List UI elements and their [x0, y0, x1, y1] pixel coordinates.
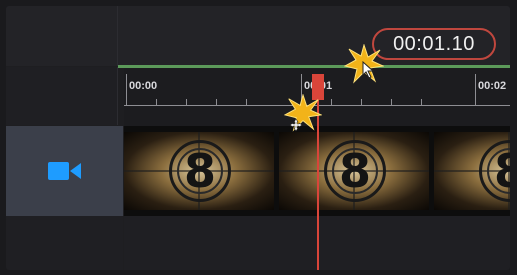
video-track-header[interactable]	[6, 126, 123, 216]
time-display[interactable]: 00:01.10	[372, 28, 496, 60]
clip-thumbnail: 8	[124, 132, 274, 210]
countdown-digit: 8	[183, 144, 216, 198]
video-camera-icon	[47, 162, 81, 180]
countdown-digit: 8	[338, 144, 371, 198]
left-ruler-panel	[6, 67, 118, 125]
ruler-tick-major	[126, 74, 127, 106]
timeline-header: 00:01.10	[118, 6, 510, 68]
ruler-tick-minor	[421, 99, 422, 106]
left-header-panel	[6, 6, 118, 66]
timeline-editor: 00:01.10 00:00 00:01 00:02 8	[6, 6, 510, 270]
left-empty-panel	[6, 216, 123, 270]
ruler-tick-minor	[156, 99, 157, 106]
ruler-label: 00:00	[129, 80, 158, 92]
countdown-ring: 8	[479, 140, 510, 202]
countdown-ring: 8	[169, 140, 231, 202]
move-cursor-icon	[289, 118, 303, 132]
ruler-tick-minor	[361, 99, 362, 106]
ruler-label: 00:02	[478, 80, 507, 92]
ruler-tick-minor	[216, 99, 217, 106]
ruler-tick-minor	[331, 99, 332, 106]
clip-thumbnail: 8	[434, 132, 510, 210]
clip-thumbnail: 8	[279, 132, 429, 210]
ruler-tick-minor	[391, 99, 392, 106]
countdown-ring: 8	[324, 140, 386, 202]
ruler-tick-major	[475, 74, 476, 106]
pointer-cursor-icon	[362, 61, 375, 79]
ruler-tick-minor	[186, 99, 187, 106]
ruler-tick-minor	[246, 99, 247, 106]
countdown-digit: 8	[493, 144, 510, 198]
